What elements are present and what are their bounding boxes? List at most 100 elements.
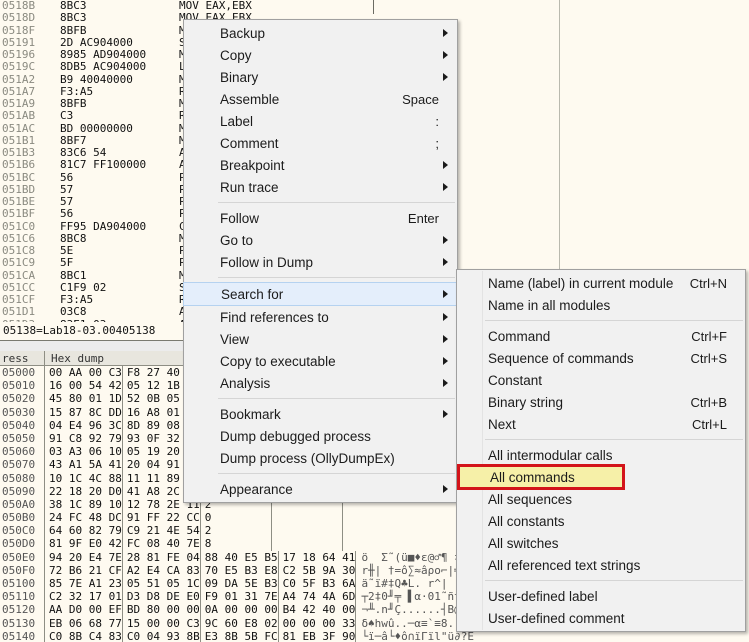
hex-dump-byte-group: 2 [204, 524, 212, 538]
menu-item-binary-string[interactable]: Binary string Ctrl+B [457, 391, 745, 413]
disassembly-address: 051A2 [0, 73, 44, 86]
menu-item-label: Name (label) in current module [488, 275, 674, 291]
hex-dump-byte-group: C0 04 93 8B [126, 629, 200, 642]
hex-dump-address: 05000 [2, 366, 36, 379]
disassembly-hex-bytes: 8BFB [60, 23, 87, 37]
menu-item-label: Follow in Dump [220, 254, 314, 270]
hex-dump-address: 05130 [2, 616, 36, 630]
hex-dump-byte-group: C2 32 17 01 [49, 590, 122, 604]
hex-dump-address: 050B0 [2, 511, 36, 525]
hex-dump-byte-group: FC 08 40 7E [126, 537, 200, 551]
menu-item-bookmark[interactable]: Bookmark [184, 403, 457, 425]
disassembly-address: 051D1 [0, 305, 44, 319]
menu-item-label: All sequences [488, 491, 573, 507]
context-menu-items[interactable]: Backup Copy Binary Assemble Space Label: Comme… [183, 22, 458, 500]
menu-item-search-for[interactable]: Search for [183, 282, 458, 306]
menu-item-label: Find references to [220, 309, 329, 325]
menu-item-name-in-all-modules[interactable]: Name in all modules [457, 294, 745, 316]
disassembly-address: 0519C [0, 60, 44, 74]
search-submenu-items[interactable]: Name (label) in current module Ctrl+N Name… [457, 272, 745, 629]
menu-item-all-switches[interactable]: All switches [457, 532, 745, 554]
hex-dump-address: 05020 [2, 392, 36, 406]
chevron-right-icon [443, 161, 448, 169]
menu-item-comment[interactable]: Comment; [184, 132, 457, 154]
chevron-right-icon [443, 51, 448, 59]
hex-dump-byte-group: AA D0 00 EF [49, 603, 122, 617]
disassembly-address: 051BF [0, 207, 44, 221]
menu-item-go-to[interactable]: Go to [184, 229, 457, 251]
menu-item-label: All constants [488, 513, 565, 529]
hex-dump-address: 050F0 [2, 563, 36, 577]
menu-item-all-intermodular-calls[interactable]: All intermodular calls [457, 444, 745, 466]
menu-item-run-trace[interactable]: Run trace [184, 176, 457, 198]
menu-item-label: Follow [220, 210, 260, 226]
disassembly-address: 0518D [0, 11, 44, 25]
menu-item-all-constants[interactable]: All constants [457, 510, 745, 532]
hex-dump-address: 05030 [2, 405, 36, 419]
disassembly-hex-bytes: FF95 DA904000 [60, 219, 147, 233]
menu-item-breakpoint[interactable]: Breakpoint [184, 154, 457, 176]
menu-item-label: Backup [220, 25, 266, 41]
menu-item-copy-to-executable[interactable]: Copy to executable [184, 350, 457, 372]
disassembly-address: 051CA [0, 269, 44, 282]
menu-item-all-commands[interactable]: All commands [457, 464, 625, 490]
context-menu[interactable]: Backup Copy Binary Assemble Space Label: Comme… [183, 19, 458, 503]
hex-dump-address: 05110 [2, 590, 36, 604]
menu-item-label: Go to [220, 232, 254, 248]
chevron-right-icon [443, 485, 448, 493]
hex-dump-address: 05040 [2, 418, 36, 432]
menu-item-label: Comment [220, 135, 279, 151]
hex-dump-byte-group: 64 60 82 79 [49, 524, 122, 538]
disassembly-column-separator [373, 0, 374, 14]
menu-item-backup[interactable]: Backup [184, 22, 457, 44]
hex-dump-byte-group: 70 E5 B3 E8 [204, 563, 278, 577]
menu-item-dump-process-ollydumpex[interactable]: Dump process (OllyDumpEx) [184, 447, 457, 469]
menu-item-all-referenced-text-strings[interactable]: All referenced text strings [457, 554, 745, 576]
disassembly-hex-bytes: B9 40040000 [60, 72, 133, 86]
menu-separator [485, 439, 743, 440]
hex-dump-address: 05050 [2, 431, 36, 445]
hex-dump-divider [270, 511, 272, 525]
menu-item-label[interactable]: Label: [184, 110, 457, 132]
menu-item-appearance[interactable]: Appearance [184, 478, 457, 500]
menu-item-label: Binary [220, 69, 259, 85]
hex-dump-address: 050C0 [2, 524, 36, 538]
menu-separator [218, 473, 455, 474]
menu-item-find-references-to[interactable]: Find references to [184, 306, 457, 328]
menu-item-label: All referenced text strings [488, 557, 641, 573]
hex-dump-byte-group: E3 8B 5B FC [204, 629, 278, 642]
menu-separator [485, 320, 743, 321]
menu-item-constant[interactable]: Constant [457, 369, 745, 391]
menu-separator [218, 202, 455, 203]
search-for-submenu[interactable]: Name (label) in current module Ctrl+N Name… [456, 269, 746, 632]
menu-item-label: All intermodular calls [488, 447, 613, 463]
hex-dump-byte-group: EB 06 68 77 [49, 616, 122, 630]
chevron-right-icon [443, 379, 448, 387]
menu-item-dump-debugged-process[interactable]: Dump debugged process [184, 425, 457, 447]
menu-item-label: Label [220, 113, 254, 129]
hex-dump-address: 05140 [2, 629, 36, 642]
hex-dump-byte-group: 09 DA 5E B3 [204, 577, 278, 590]
hex-dump-byte-group: 22 18 20 D0 [49, 484, 122, 498]
menu-item-analysis[interactable]: Analysis [184, 372, 457, 394]
menu-item-shortcut: Enter [407, 210, 439, 226]
hex-dump-byte-group: 0A 00 00 00 [204, 603, 278, 617]
hex-dump-byte-group: 38 1C 89 10 [49, 497, 122, 511]
menu-item-sequence-of-commands[interactable]: Sequence of commands Ctrl+S [457, 347, 745, 369]
menu-item-user-defined-label[interactable]: User-defined label [457, 585, 745, 607]
menu-item-binary[interactable]: Binary [184, 66, 457, 88]
hex-dump-byte-group: 15 87 8C DD [49, 405, 122, 419]
menu-item-label: All commands [490, 469, 575, 485]
menu-item-label: Next [488, 416, 516, 432]
menu-item-copy[interactable]: Copy [184, 44, 457, 66]
menu-item-user-defined-comment[interactable]: User-defined comment [457, 607, 745, 629]
hex-dump-byte-group: 04 E4 96 3C [49, 418, 122, 432]
menu-item-command[interactable]: Command Ctrl+F [457, 325, 745, 347]
menu-item-assemble[interactable]: Assemble Space [184, 88, 457, 110]
menu-item-name-label-in-current-module[interactable]: Name (label) in current module Ctrl+N [457, 272, 745, 294]
menu-item-follow-in-dump[interactable]: Follow in Dump [184, 251, 457, 273]
menu-item-next[interactable]: Next Ctrl+L [457, 413, 745, 435]
menu-item-view[interactable]: View [184, 328, 457, 350]
menu-item-follow[interactable]: Follow Enter [184, 207, 457, 229]
menu-item-all-sequences[interactable]: All sequences [457, 488, 745, 510]
